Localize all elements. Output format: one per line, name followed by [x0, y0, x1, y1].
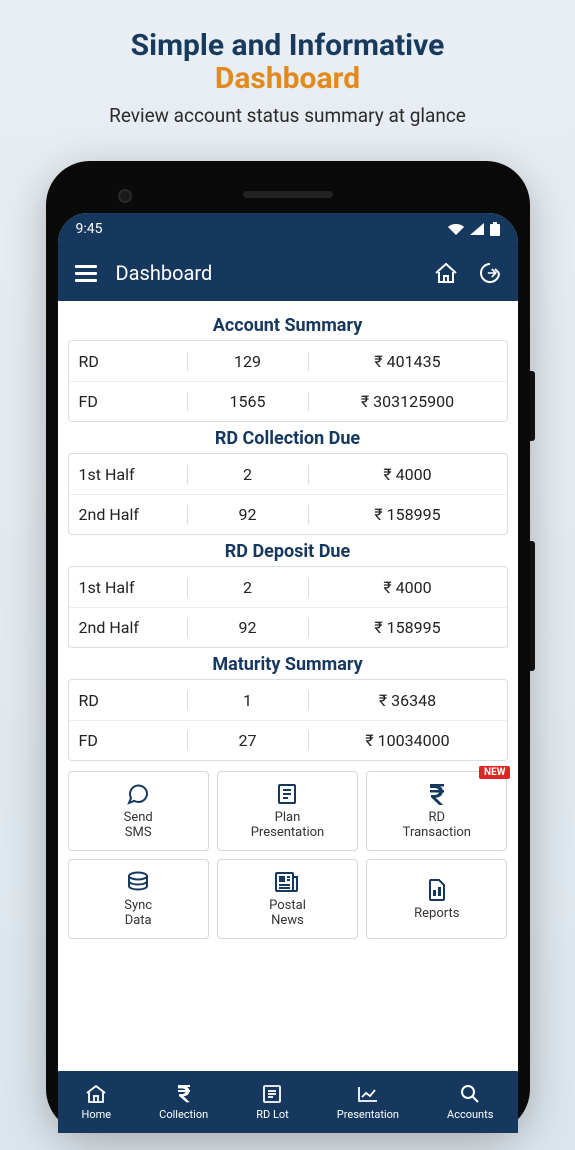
- row-count: 2: [187, 465, 309, 484]
- table-row[interactable]: 2nd Half 92 ₹ 158995: [69, 607, 507, 647]
- action-postal-news[interactable]: Postal News: [217, 859, 358, 939]
- section-title-maturity: Maturity Summary: [68, 654, 508, 675]
- action-label: Send SMS: [124, 811, 153, 841]
- table-row[interactable]: 1st Half 2 ₹ 4000: [69, 454, 507, 494]
- action-label: Reports: [414, 907, 459, 922]
- status-time: 9:45: [76, 221, 103, 237]
- row-count: 129: [187, 352, 309, 371]
- nav-collection[interactable]: Collection: [159, 1083, 208, 1121]
- search-icon: [460, 1083, 480, 1105]
- chat-icon: [126, 781, 150, 807]
- rupee-icon: [427, 781, 447, 807]
- row-label: 2nd Half: [69, 505, 187, 524]
- row-label: 2nd Half: [69, 618, 187, 637]
- nav-presentation[interactable]: Presentation: [337, 1083, 399, 1121]
- news-icon: [274, 869, 300, 895]
- row-amount: ₹ 158995: [309, 618, 507, 637]
- nav-label: Accounts: [447, 1108, 493, 1121]
- maturity-table: RD 1 ₹ 36348 FD 27 ₹ 10034000: [68, 679, 508, 761]
- logout-icon[interactable]: [476, 259, 504, 287]
- row-count: 92: [187, 505, 309, 524]
- table-row[interactable]: 1st Half 2 ₹ 4000: [69, 567, 507, 607]
- sync-icon: [125, 869, 151, 895]
- row-amount: ₹ 401435: [309, 352, 507, 371]
- phone-screen: 9:45 Dashboard: [58, 213, 518, 1133]
- action-send-sms[interactable]: Send SMS: [68, 771, 209, 851]
- action-reports[interactable]: Reports: [366, 859, 507, 939]
- camera-dot: [118, 189, 132, 203]
- row-count: 92: [187, 618, 309, 637]
- row-label: FD: [69, 731, 187, 750]
- action-sync-data[interactable]: Sync Data: [68, 859, 209, 939]
- table-row[interactable]: 2nd Half 92 ₹ 158995: [69, 494, 507, 534]
- home-icon[interactable]: [432, 259, 460, 287]
- phone-side-button: [530, 371, 535, 441]
- table-row[interactable]: RD 1 ₹ 36348: [69, 680, 507, 720]
- table-row[interactable]: RD 129 ₹ 401435: [69, 341, 507, 381]
- speaker-grille: [243, 191, 333, 198]
- row-label: FD: [69, 392, 187, 411]
- nav-home[interactable]: Home: [82, 1083, 112, 1121]
- row-amount: ₹ 303125900: [309, 392, 507, 411]
- action-rd-transaction[interactable]: NEW RD Transaction: [366, 771, 507, 851]
- row-amount: ₹ 36348: [309, 691, 507, 710]
- menu-icon[interactable]: [72, 259, 100, 287]
- report-icon: [427, 877, 447, 903]
- row-count: 1565: [187, 392, 309, 411]
- list-icon: [262, 1083, 282, 1105]
- new-badge: NEW: [479, 766, 510, 779]
- status-bar: 9:45: [58, 213, 518, 245]
- action-label: Plan Presentation: [251, 811, 325, 841]
- app-title: Dashboard: [116, 261, 416, 285]
- promo-subtitle: Review account status summary at glance: [20, 104, 555, 127]
- bottom-nav: Home Collection RD Lot Presentation: [58, 1071, 518, 1133]
- account-summary-table: RD 129 ₹ 401435 FD 1565 ₹ 303125900: [68, 340, 508, 422]
- action-label: RD Transaction: [403, 811, 471, 841]
- battery-icon: [490, 222, 500, 236]
- list-icon: [275, 781, 299, 807]
- row-label: 1st Half: [69, 465, 187, 484]
- row-label: RD: [69, 352, 187, 371]
- phone-frame: 9:45 Dashboard: [46, 161, 530, 1133]
- row-amount: ₹ 4000: [309, 465, 507, 484]
- section-title-account-summary: Account Summary: [68, 315, 508, 336]
- nav-label: Collection: [159, 1108, 208, 1121]
- row-amount: ₹ 158995: [309, 505, 507, 524]
- app-bar: Dashboard: [58, 245, 518, 301]
- row-amount: ₹ 10034000: [309, 731, 507, 750]
- nav-label: RD Lot: [256, 1108, 289, 1121]
- row-label: 1st Half: [69, 578, 187, 597]
- section-title-rd-collection: RD Collection Due: [68, 428, 508, 449]
- signal-icon: [470, 223, 484, 235]
- row-count: 1: [187, 691, 309, 710]
- phone-side-button: [530, 541, 535, 671]
- nav-rd-lot[interactable]: RD Lot: [256, 1083, 289, 1121]
- action-grid: Send SMS Plan Presentation NEW RD Transa…: [68, 771, 508, 939]
- nav-accounts[interactable]: Accounts: [447, 1083, 493, 1121]
- phone-top-bezel: [58, 175, 518, 213]
- action-label: Postal News: [269, 899, 306, 929]
- rd-collection-table: 1st Half 2 ₹ 4000 2nd Half 92 ₹ 158995: [68, 453, 508, 535]
- wifi-icon: [448, 223, 464, 235]
- row-count: 2: [187, 578, 309, 597]
- rupee-icon: [176, 1083, 192, 1105]
- row-amount: ₹ 4000: [309, 578, 507, 597]
- promo-title-line2: Dashboard: [20, 61, 555, 96]
- action-label: Sync Data: [124, 899, 152, 929]
- promo-title-line1: Simple and Informative: [20, 28, 555, 63]
- rd-deposit-table: 1st Half 2 ₹ 4000 2nd Half 92 ₹ 158995: [68, 566, 508, 648]
- row-label: RD: [69, 691, 187, 710]
- table-row[interactable]: FD 1565 ₹ 303125900: [69, 381, 507, 421]
- nav-label: Home: [82, 1108, 112, 1121]
- promo-header: Simple and Informative Dashboard Review …: [0, 0, 575, 147]
- section-title-rd-deposit: RD Deposit Due: [68, 541, 508, 562]
- chart-icon: [357, 1083, 379, 1105]
- action-plan-presentation[interactable]: Plan Presentation: [217, 771, 358, 851]
- row-count: 27: [187, 731, 309, 750]
- home-icon: [85, 1083, 107, 1105]
- table-row[interactable]: FD 27 ₹ 10034000: [69, 720, 507, 760]
- nav-label: Presentation: [337, 1108, 399, 1121]
- dashboard-content: Account Summary RD 129 ₹ 401435 FD 1565 …: [58, 301, 518, 1071]
